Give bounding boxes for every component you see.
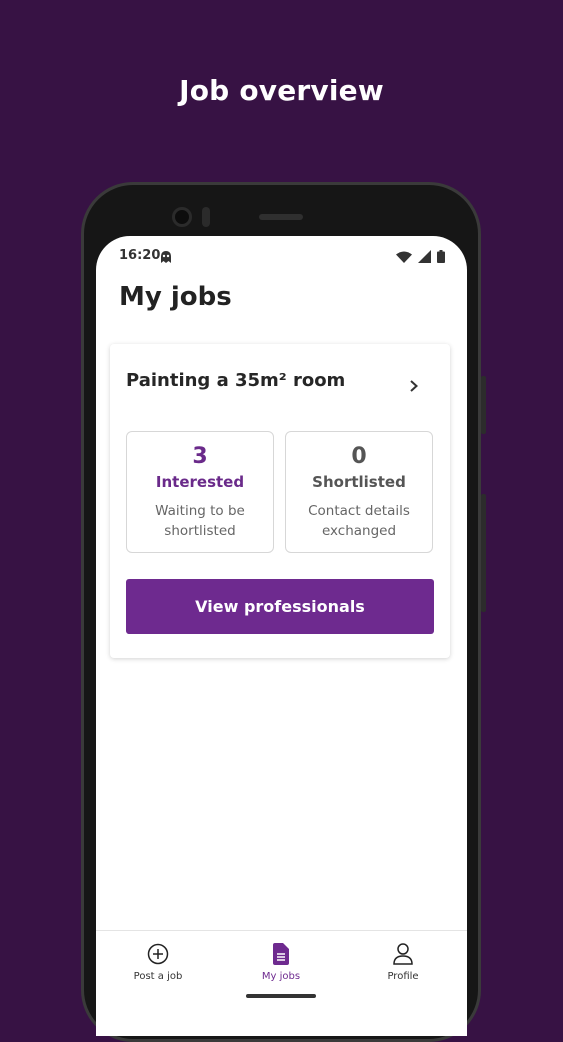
front-camera xyxy=(172,207,192,227)
app-notification-icon xyxy=(159,249,173,268)
battery-icon xyxy=(437,248,445,267)
wifi-icon xyxy=(396,248,412,267)
nav-my-jobs-label: My jobs xyxy=(261,971,301,982)
nav-profile[interactable]: Profile xyxy=(353,943,453,982)
view-professionals-button[interactable]: View professionals xyxy=(126,579,434,634)
interested-stat[interactable]: 3 Interested Waiting to be shortlisted xyxy=(126,431,274,553)
plus-circle-icon xyxy=(147,943,169,969)
bottom-navigation: Post a job My jobs Profile xyxy=(96,930,467,1036)
interested-label: Interested xyxy=(155,473,245,491)
nav-post-a-job-label: Post a job xyxy=(133,971,183,982)
status-time: 16:20 xyxy=(119,248,161,263)
page-title: My jobs xyxy=(119,282,232,312)
interested-count: 3 xyxy=(192,444,208,469)
nav-my-jobs[interactable]: My jobs xyxy=(231,943,331,982)
shortlisted-description: Contact details exchanged xyxy=(308,503,410,539)
chevron-right-icon[interactable] xyxy=(408,378,420,397)
cellular-signal-icon xyxy=(418,248,431,267)
nav-post-a-job[interactable]: Post a job xyxy=(108,943,208,982)
job-title[interactable]: Painting a 35m² room xyxy=(126,370,345,391)
earpiece-speaker xyxy=(259,214,303,220)
shortlisted-count: 0 xyxy=(351,444,367,469)
job-card[interactable]: Painting a 35m² room 3 Interested Waitin… xyxy=(110,344,450,658)
shortlisted-label: Shortlisted xyxy=(312,473,406,491)
phone-power-button xyxy=(481,376,486,434)
shortlisted-stat[interactable]: 0 Shortlisted Contact details exchanged xyxy=(285,431,433,553)
nav-profile-label: Profile xyxy=(387,971,419,982)
person-icon xyxy=(393,943,413,969)
phone-volume-button xyxy=(481,494,486,612)
phone-screen: 16:20 My jobs Painting a 35m² room 3 Int… xyxy=(96,236,467,1036)
promo-headline: Job overview xyxy=(179,74,384,107)
proximity-sensor xyxy=(202,207,210,227)
home-indicator xyxy=(246,994,316,998)
status-bar: 16:20 xyxy=(96,246,467,266)
interested-description: Waiting to be shortlisted xyxy=(155,503,245,539)
document-icon xyxy=(272,943,290,969)
